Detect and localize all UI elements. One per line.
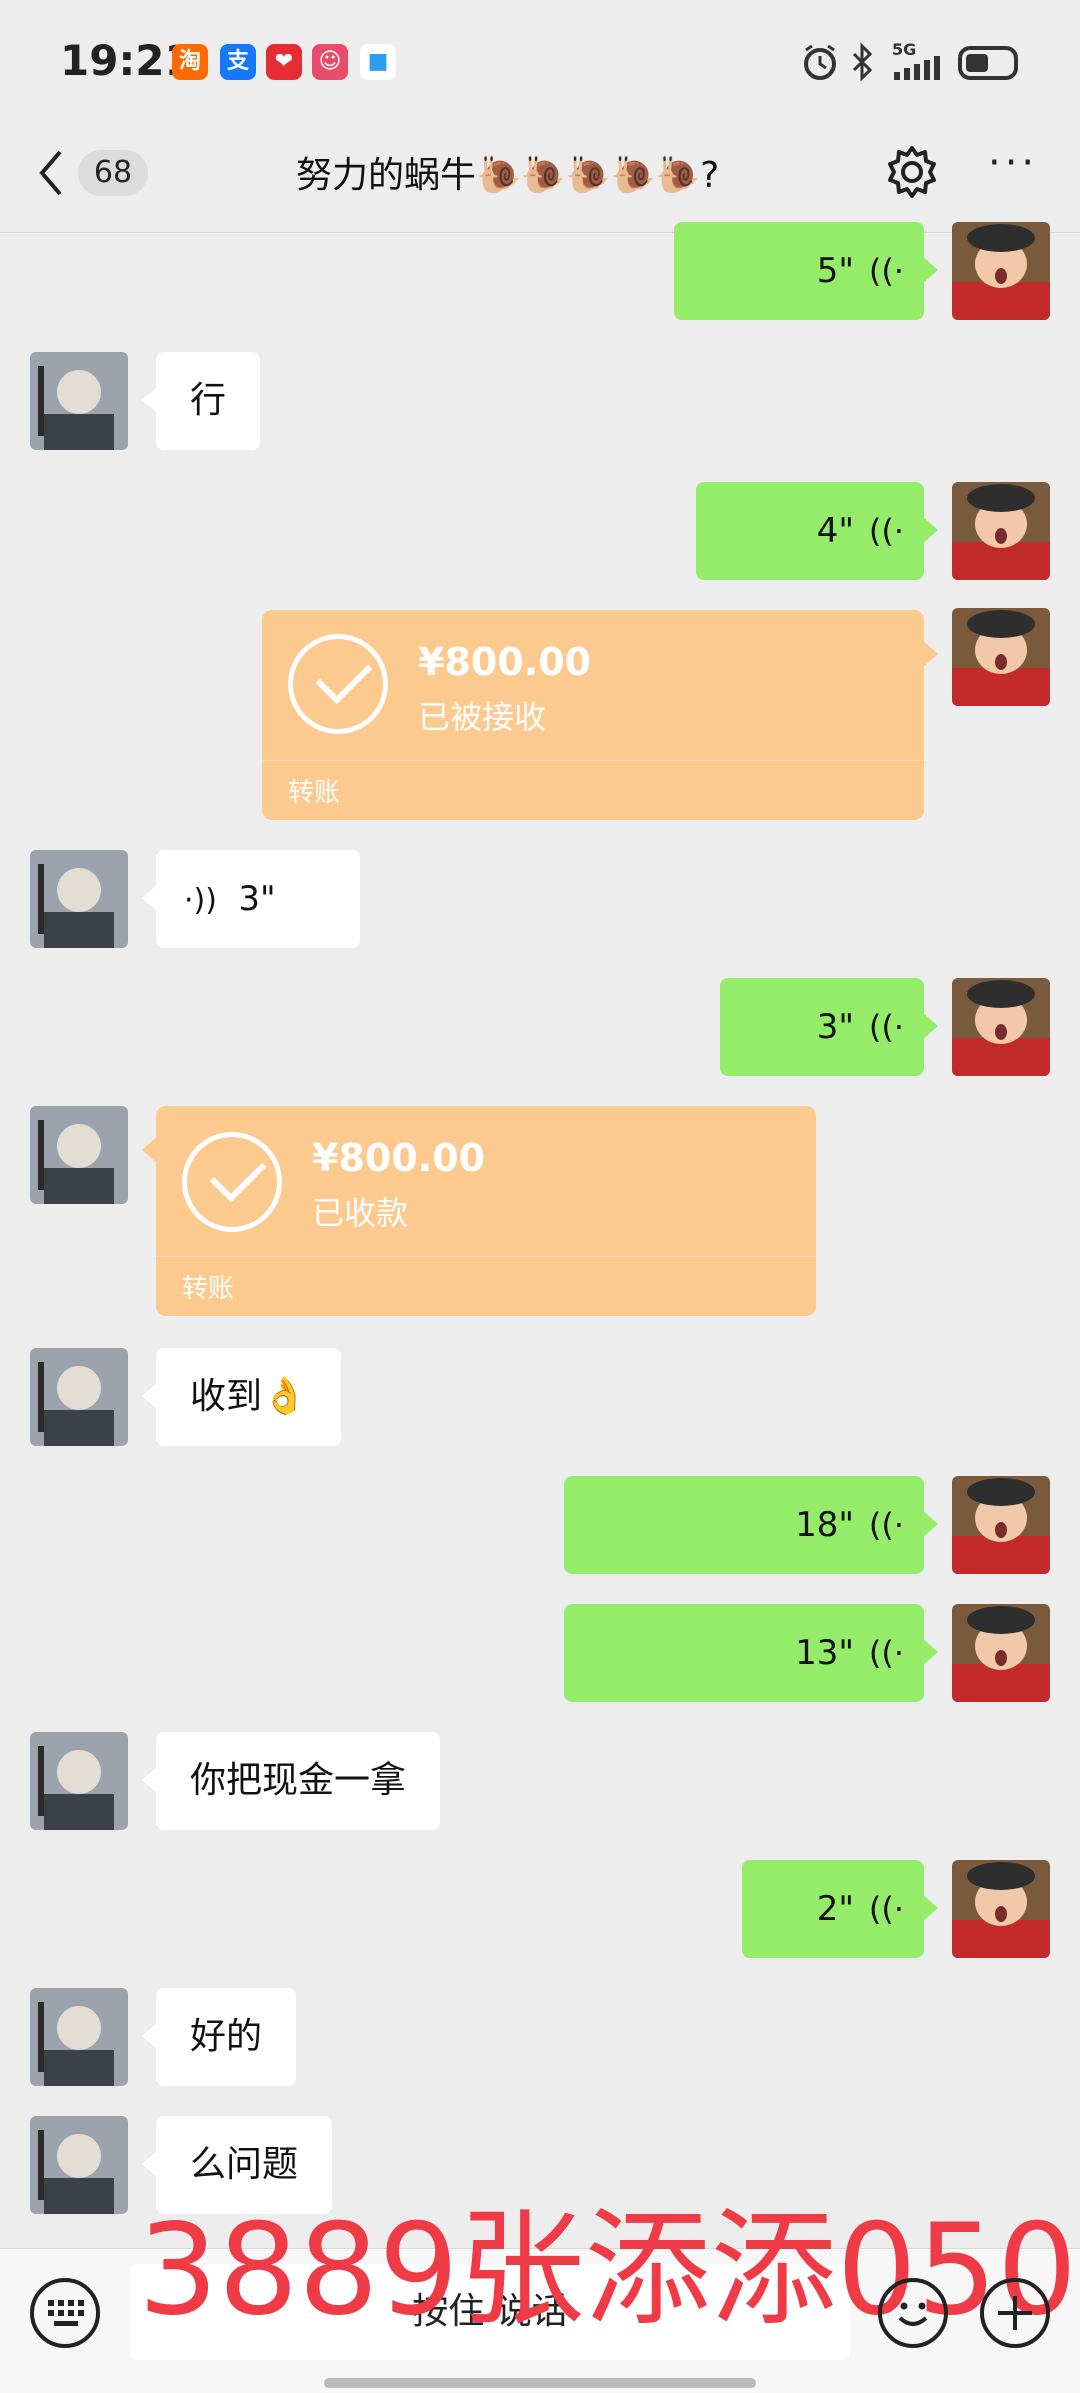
contact-avatar[interactable]: [30, 1732, 128, 1830]
my-avatar[interactable]: [952, 978, 1050, 1076]
app-red-icon: ❤: [266, 44, 302, 80]
voice-duration: 3": [816, 1007, 854, 1047]
my-avatar[interactable]: [952, 1860, 1050, 1958]
check-circle-icon: [182, 1132, 282, 1232]
more-options-icon[interactable]: ···: [988, 140, 1038, 186]
my-avatar[interactable]: [952, 608, 1050, 706]
contact-avatar[interactable]: [30, 352, 128, 450]
voice-message-sent[interactable]: 3" ((·: [720, 978, 938, 1076]
contact-avatar[interactable]: [30, 1348, 128, 1446]
transfer-status: 已收款: [312, 1194, 409, 1232]
voice-wave-icon: ·)): [184, 883, 217, 918]
my-avatar[interactable]: [952, 222, 1050, 320]
alarm-icon: [804, 44, 836, 80]
taobao-icon: 淘: [172, 44, 208, 80]
voice-duration: 5": [816, 251, 854, 291]
contact-avatar[interactable]: [30, 2116, 128, 2214]
voice-wave-icon: ((·: [868, 512, 904, 550]
voice-wave-icon: ((·: [868, 1890, 904, 1928]
message-text: 收到👌: [190, 1376, 307, 1417]
text-message-received[interactable]: 收到👌: [142, 1348, 341, 1446]
transfer-type-label: 转账: [288, 778, 341, 808]
message-text: 行: [190, 380, 227, 421]
voice-wave-icon: ((·: [868, 1506, 904, 1544]
alipay-icon: 支: [220, 44, 256, 80]
voice-wave-icon: ((·: [868, 252, 904, 290]
transfer-card-received[interactable]: ¥800.00 已收款 转账: [142, 1106, 816, 1316]
voice-duration: 13": [795, 1633, 854, 1673]
voice-message-received[interactable]: ·)) 3": [142, 850, 360, 948]
app-blue-icon: ■: [360, 44, 396, 80]
transfer-amount: ¥800.00: [418, 640, 592, 684]
voice-duration: 4": [816, 511, 854, 551]
unread-count-badge[interactable]: 68: [78, 150, 148, 196]
voice-wave-icon: ((·: [868, 1008, 904, 1046]
app-cartoon-icon: ☺: [312, 44, 348, 80]
my-avatar[interactable]: [952, 1476, 1050, 1574]
text-message-received[interactable]: 好的: [141, 1988, 297, 2086]
battery-icon: [958, 46, 1018, 80]
transfer-card-sent[interactable]: ¥800.00 已被接收 转账: [262, 610, 938, 820]
voice-duration: 2": [816, 1889, 854, 1929]
contact-avatar[interactable]: [30, 1988, 128, 2086]
status-bar: 19:21 淘 支 ❤ ☺ ■ 5G: [0, 0, 1080, 130]
back-arrow-icon[interactable]: [36, 148, 66, 198]
voice-wave-icon: ((·: [868, 1634, 904, 1672]
my-avatar[interactable]: [952, 482, 1050, 580]
voice-message-sent[interactable]: 2" ((·: [742, 1860, 938, 1958]
settings-gear-icon[interactable]: [884, 144, 940, 200]
keyboard-toggle-icon[interactable]: [30, 2278, 100, 2348]
emoji-icon[interactable]: [878, 2278, 948, 2348]
add-more-icon[interactable]: [980, 2278, 1050, 2348]
voice-message-sent[interactable]: 13" ((·: [564, 1604, 938, 1702]
transfer-type-label: 转账: [182, 1274, 235, 1304]
transfer-amount: ¥800.00: [312, 1136, 486, 1180]
home-indicator[interactable]: [324, 2378, 756, 2388]
contact-avatar[interactable]: [30, 1106, 128, 1204]
voice-message-sent[interactable]: 5" ((·: [674, 222, 938, 320]
battery-level: [966, 54, 988, 72]
voice-duration: 3": [238, 879, 276, 919]
check-circle-icon: [288, 634, 388, 734]
message-text: 好的: [190, 2016, 263, 2057]
signal-icon: [894, 56, 940, 80]
voice-message-sent[interactable]: 4" ((·: [696, 482, 938, 580]
transfer-status: 已被接收: [418, 698, 547, 736]
bluetooth-icon: [852, 42, 873, 82]
text-message-received[interactable]: 你把现金一拿: [141, 1732, 441, 1830]
text-message-received[interactable]: 行: [141, 352, 261, 450]
chat-title: 努力的蜗牛🐌🐌🐌🐌🐌?: [296, 155, 720, 196]
contact-avatar[interactable]: [30, 850, 128, 948]
voice-duration: 18": [795, 1505, 854, 1545]
message-text: 你把现金一拿: [190, 1760, 407, 1801]
voice-message-sent[interactable]: 18" ((·: [564, 1476, 938, 1574]
my-avatar[interactable]: [952, 1604, 1050, 1702]
